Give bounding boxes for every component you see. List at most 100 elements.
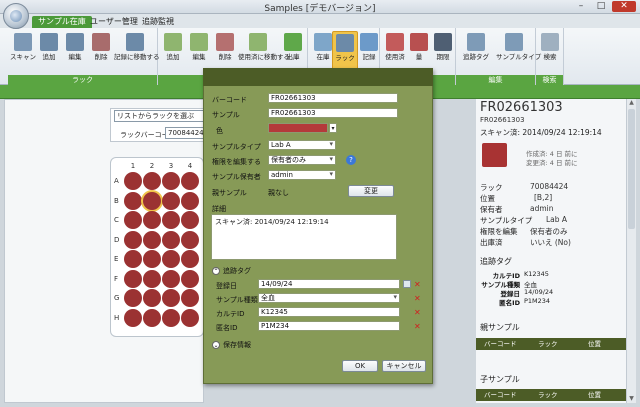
edit-permission-select[interactable]: 保有者のみ [268, 155, 336, 165]
tag-field-registered[interactable]: 14/09/24 [258, 279, 400, 289]
rack-delete-button[interactable]: 削除 [88, 31, 114, 73]
rack-well[interactable] [143, 191, 161, 210]
sample-edit-button[interactable]: 編集 [186, 31, 212, 73]
minimize-button[interactable]: – [572, 1, 590, 12]
sample-move-used-button[interactable]: 使用済に移動する [238, 31, 290, 73]
storage-info-section[interactable]: ⌄ 保存情報 [212, 340, 251, 350]
maximize-button[interactable]: □ [592, 1, 610, 12]
column-header[interactable]: バーコード [484, 389, 517, 401]
help-icon[interactable]: ? [346, 155, 356, 165]
rack-well[interactable] [124, 308, 142, 327]
rack-well[interactable] [181, 191, 199, 210]
tab-user-management[interactable]: ユーザー管理 [84, 16, 144, 28]
owner-select[interactable]: admin [268, 170, 336, 180]
rack-well[interactable] [143, 211, 161, 229]
child-samples-heading: 子サンプル [480, 375, 520, 384]
sample-checkout-button[interactable]: 出庫 [280, 31, 306, 73]
detail-textarea[interactable]: スキャン済: 2014/09/24 12:19:14 [211, 214, 397, 260]
column-header[interactable]: バーコード [484, 338, 517, 350]
rack-well[interactable] [124, 289, 142, 307]
rack-well[interactable] [162, 211, 180, 229]
color-dropdown-icon[interactable]: ▾ [329, 123, 337, 133]
rack-well[interactable] [143, 308, 161, 327]
tracking-tag-button[interactable]: 追跡タグ [460, 31, 492, 73]
sample-type-select[interactable]: Lab A [268, 140, 336, 150]
rack-row-header: B [114, 196, 119, 205]
rack-well[interactable] [162, 269, 180, 288]
close-button[interactable]: ✕ [612, 1, 636, 12]
amount-button[interactable]: 量 [406, 31, 432, 73]
view-rack-button[interactable]: ラック [332, 31, 358, 73]
remove-tag-icon[interactable]: ✕ [414, 281, 421, 289]
parent-sample-value: 親なし [268, 189, 289, 197]
rack-well[interactable] [124, 269, 142, 288]
tag-field-sample-kind[interactable]: 全血 [258, 293, 400, 303]
rack-well[interactable] [181, 250, 199, 268]
rack-well[interactable] [181, 172, 199, 190]
rack-well[interactable] [124, 250, 142, 268]
tracking-tags-section[interactable]: ⌃ 追跡タグ [212, 266, 251, 276]
cancel-button[interactable]: キャンセル [382, 360, 426, 372]
rack-well[interactable] [181, 269, 199, 288]
calendar-icon[interactable] [403, 280, 411, 288]
rack-well[interactable] [143, 289, 161, 307]
tab-sample-inventory[interactable]: サンプル在庫 [32, 16, 92, 28]
tab-tracking[interactable]: 追跡監視 [136, 16, 180, 28]
view-record-button[interactable]: 記録 [356, 31, 382, 73]
ok-button[interactable]: OK [342, 360, 378, 372]
app-menu-orb-icon[interactable] [3, 3, 29, 29]
rack-well[interactable] [162, 308, 180, 327]
rack-well[interactable] [143, 269, 161, 288]
rack-well[interactable] [143, 250, 161, 268]
rack-well[interactable] [124, 191, 142, 210]
ribbon-group-rack: スキャン 追加 編集 削除 記録に移動する ラック [8, 28, 160, 85]
change-parent-button[interactable]: 変更 [348, 185, 394, 197]
rack-edit-button[interactable]: 編集 [62, 31, 88, 73]
color-picker[interactable] [268, 123, 328, 133]
search-icon [541, 33, 559, 51]
rack-well[interactable] [143, 172, 161, 190]
vertical-scrollbar[interactable]: ▲ ▼ [626, 99, 636, 403]
remove-tag-icon[interactable]: ✕ [414, 295, 421, 303]
rack-well[interactable] [181, 308, 199, 327]
expiry-button[interactable]: 期限 [430, 31, 456, 73]
barcode-field[interactable]: FR02661303 [268, 93, 398, 103]
rack-well[interactable] [181, 289, 199, 307]
rack-barcode-input[interactable]: 70084424 [165, 127, 205, 139]
tag-field-chart-id[interactable]: K12345 [258, 307, 400, 317]
scroll-up-icon[interactable]: ▲ [627, 99, 636, 107]
rack-well[interactable] [162, 172, 180, 190]
scroll-down-icon[interactable]: ▼ [627, 395, 636, 403]
search-button[interactable]: 検索 [537, 31, 563, 73]
remove-tag-icon[interactable]: ✕ [414, 309, 421, 317]
column-header[interactable]: ラック [538, 389, 558, 401]
rack-well[interactable] [143, 230, 161, 249]
rack-move-to-record-button[interactable]: 記録に移動する [114, 31, 160, 73]
column-header[interactable]: 位置 [588, 338, 601, 350]
rack-well[interactable] [181, 211, 199, 229]
column-header[interactable]: 位置 [588, 389, 601, 401]
used-button[interactable]: 使用済 [382, 31, 408, 73]
rack-well[interactable] [162, 289, 180, 307]
rack-well[interactable] [124, 211, 142, 229]
rack-well[interactable] [124, 230, 142, 249]
column-header[interactable]: ラック [538, 338, 558, 350]
rack-scan-button[interactable]: スキャン [10, 31, 36, 73]
scroll-thumb[interactable] [628, 109, 635, 229]
rack-well[interactable] [162, 250, 180, 268]
rack-well[interactable] [162, 230, 180, 249]
rack-well[interactable] [124, 172, 142, 190]
tube-add-icon [164, 33, 182, 51]
sample-delete-button[interactable]: 削除 [212, 31, 238, 73]
sample-add-button[interactable]: 追加 [160, 31, 186, 73]
sample-field[interactable]: FR02661303 [268, 108, 398, 118]
tag-field-anonymous-id[interactable]: P1M234 [258, 321, 400, 331]
rack-add-button[interactable]: 追加 [36, 31, 62, 73]
rack-list-select[interactable]: リストからラックを選ぶ [114, 110, 204, 122]
remove-tag-icon[interactable]: ✕ [414, 323, 421, 331]
rack-well[interactable] [181, 230, 199, 249]
rack-record-icon [126, 33, 144, 51]
rack-well[interactable] [162, 191, 180, 210]
sample-type-button[interactable]: サンプルタイプ [496, 31, 541, 73]
tag-key: 匿名ID [499, 299, 520, 307]
